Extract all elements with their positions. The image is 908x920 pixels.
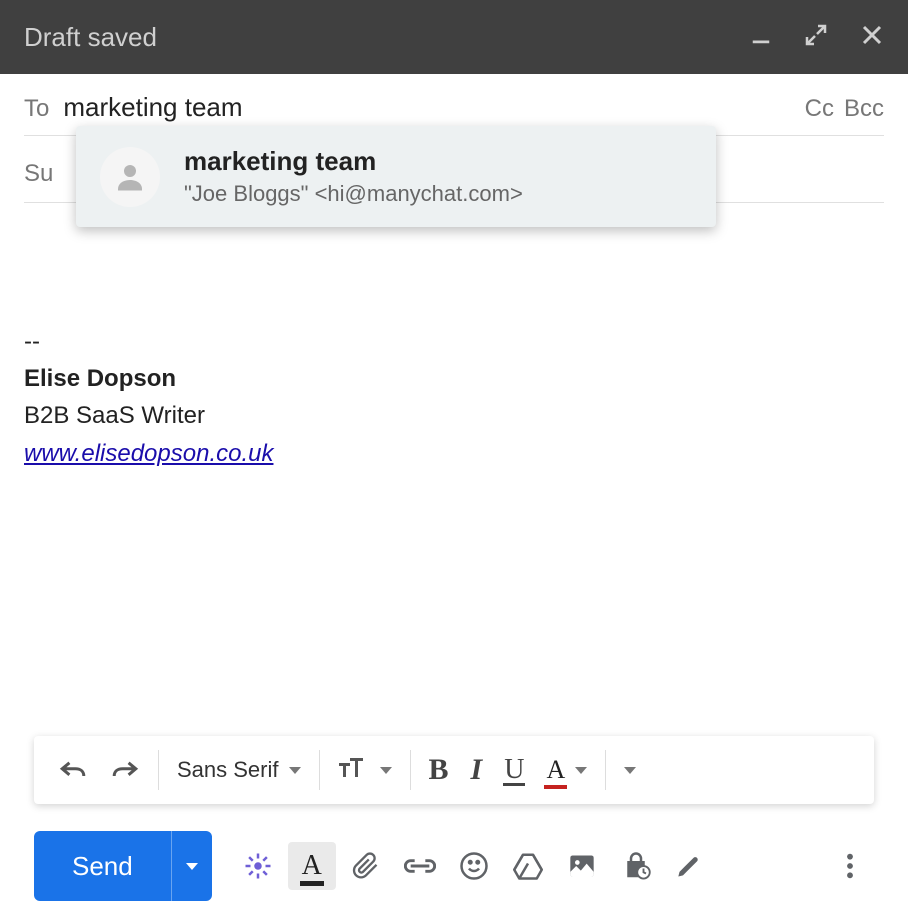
send-button-group: Send xyxy=(34,831,212,901)
cc-button[interactable]: Cc xyxy=(805,95,834,123)
email-body[interactable]: -- Elise Dopson B2B SaaS Writer www.elis… xyxy=(24,323,884,472)
attach-file-icon[interactable] xyxy=(342,842,390,890)
signature-separator: -- xyxy=(24,323,884,360)
underline-button[interactable]: U xyxy=(494,746,534,794)
formatting-options-icon[interactable] xyxy=(234,842,282,890)
chevron-down-icon xyxy=(380,767,392,774)
chevron-down-icon xyxy=(624,767,636,774)
redo-button[interactable] xyxy=(100,746,150,794)
signature-role: B2B SaaS Writer xyxy=(24,397,884,434)
confidential-mode-icon[interactable] xyxy=(612,842,660,890)
signature-link[interactable]: www.elisedopson.co.uk xyxy=(24,440,273,467)
compose-action-bar: Send A xyxy=(34,826,874,906)
insert-drive-icon[interactable] xyxy=(504,842,552,890)
bold-button[interactable]: B xyxy=(419,746,459,794)
italic-button[interactable]: I xyxy=(461,746,493,794)
text-color-button[interactable]: A xyxy=(536,746,597,794)
subject-label: Su xyxy=(24,160,53,188)
insert-signature-icon[interactable] xyxy=(666,842,714,890)
compose-body: To marketing team Cc Bcc Su marketing te… xyxy=(0,74,908,472)
chevron-down-icon xyxy=(575,767,587,774)
more-options-icon[interactable] xyxy=(826,842,874,890)
minimize-icon[interactable] xyxy=(750,24,772,51)
undo-button[interactable] xyxy=(48,746,98,794)
formatting-toolbar: Sans Serif B I U A xyxy=(34,736,874,804)
send-options-button[interactable] xyxy=(171,831,212,901)
insert-photo-icon[interactable] xyxy=(558,842,606,890)
autocomplete-item[interactable]: marketing team "Joe Bloggs" <hi@manychat… xyxy=(76,126,716,227)
bcc-button[interactable]: Bcc xyxy=(844,95,884,123)
compose-title: Draft saved xyxy=(24,22,157,53)
fullscreen-icon[interactable] xyxy=(804,23,828,52)
signature-name: Elise Dopson xyxy=(24,360,884,397)
text-formatting-icon[interactable]: A xyxy=(288,842,336,890)
insert-link-icon[interactable] xyxy=(396,842,444,890)
autocomplete-detail: "Joe Bloggs" <hi@manychat.com> xyxy=(184,181,523,207)
window-controls xyxy=(750,23,884,52)
font-family-select[interactable]: Sans Serif xyxy=(167,757,311,783)
autocomplete-name: marketing team xyxy=(184,146,523,177)
font-size-button[interactable] xyxy=(328,746,402,794)
more-formatting-button[interactable] xyxy=(614,746,646,794)
insert-emoji-icon[interactable] xyxy=(450,842,498,890)
chevron-down-icon xyxy=(289,767,301,774)
avatar-icon xyxy=(100,147,160,207)
to-label: To xyxy=(24,95,49,123)
to-input[interactable]: marketing team xyxy=(63,92,804,123)
contact-autocomplete-popup: marketing team "Joe Bloggs" <hi@manychat… xyxy=(76,126,716,227)
send-button[interactable]: Send xyxy=(34,831,171,901)
compose-titlebar: Draft saved xyxy=(0,0,908,74)
close-icon[interactable] xyxy=(860,23,884,52)
